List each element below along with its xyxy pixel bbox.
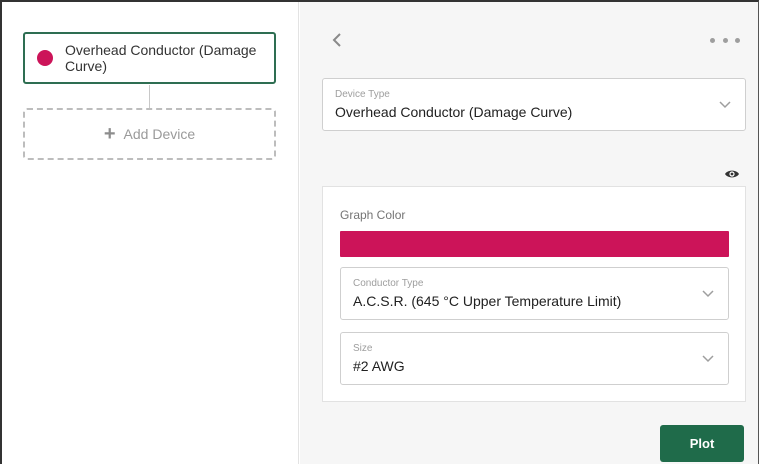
device-connector-line bbox=[149, 85, 150, 108]
conductor-type-value: A.C.S.R. (645 °C Upper Temperature Limit… bbox=[353, 293, 622, 309]
size-caption: Size bbox=[353, 343, 373, 354]
graph-color-swatch[interactable] bbox=[340, 231, 729, 257]
add-device-label: Add Device bbox=[123, 126, 196, 142]
device-type-caption: Device Type bbox=[335, 89, 390, 100]
size-select[interactable]: Size #2 AWG bbox=[340, 332, 729, 385]
more-options-button[interactable] bbox=[710, 35, 740, 45]
graph-color-label: Graph Color bbox=[340, 208, 406, 222]
device-card-label: Overhead Conductor (Damage Curve) bbox=[65, 42, 257, 74]
device-type-select[interactable]: Device Type Overhead Conductor (Damage C… bbox=[322, 78, 746, 131]
add-device-button[interactable]: + Add Device bbox=[23, 108, 276, 160]
chevron-down-icon bbox=[702, 290, 714, 298]
size-value: #2 AWG bbox=[353, 358, 405, 374]
more-dot bbox=[722, 37, 728, 43]
conductor-type-caption: Conductor Type bbox=[353, 278, 424, 289]
chevron-down-icon bbox=[719, 101, 731, 109]
more-dot bbox=[735, 37, 740, 43]
chevron-down-icon bbox=[702, 355, 714, 363]
conductor-type-select[interactable]: Conductor Type A.C.S.R. (645 °C Upper Te… bbox=[340, 267, 729, 320]
plus-icon: + bbox=[103, 123, 116, 145]
device-list-pane: Overhead Conductor (Damage Curve) + Add … bbox=[2, 2, 299, 464]
device-color-dot bbox=[37, 50, 53, 66]
back-button[interactable] bbox=[330, 30, 346, 50]
device-settings-card: Graph Color Conductor Type A.C.S.R. (645… bbox=[322, 186, 746, 402]
chevron-left-icon bbox=[332, 33, 341, 47]
device-card-overhead-conductor[interactable]: Overhead Conductor (Damage Curve) bbox=[23, 32, 276, 84]
visibility-toggle[interactable] bbox=[724, 167, 740, 179]
plot-button[interactable]: Plot bbox=[660, 425, 744, 462]
eye-icon bbox=[725, 170, 739, 178]
more-horizontal-icon bbox=[710, 37, 715, 43]
device-settings-pane: Device Type Overhead Conductor (Damage C… bbox=[300, 2, 758, 464]
device-type-value: Overhead Conductor (Damage Curve) bbox=[335, 104, 573, 120]
